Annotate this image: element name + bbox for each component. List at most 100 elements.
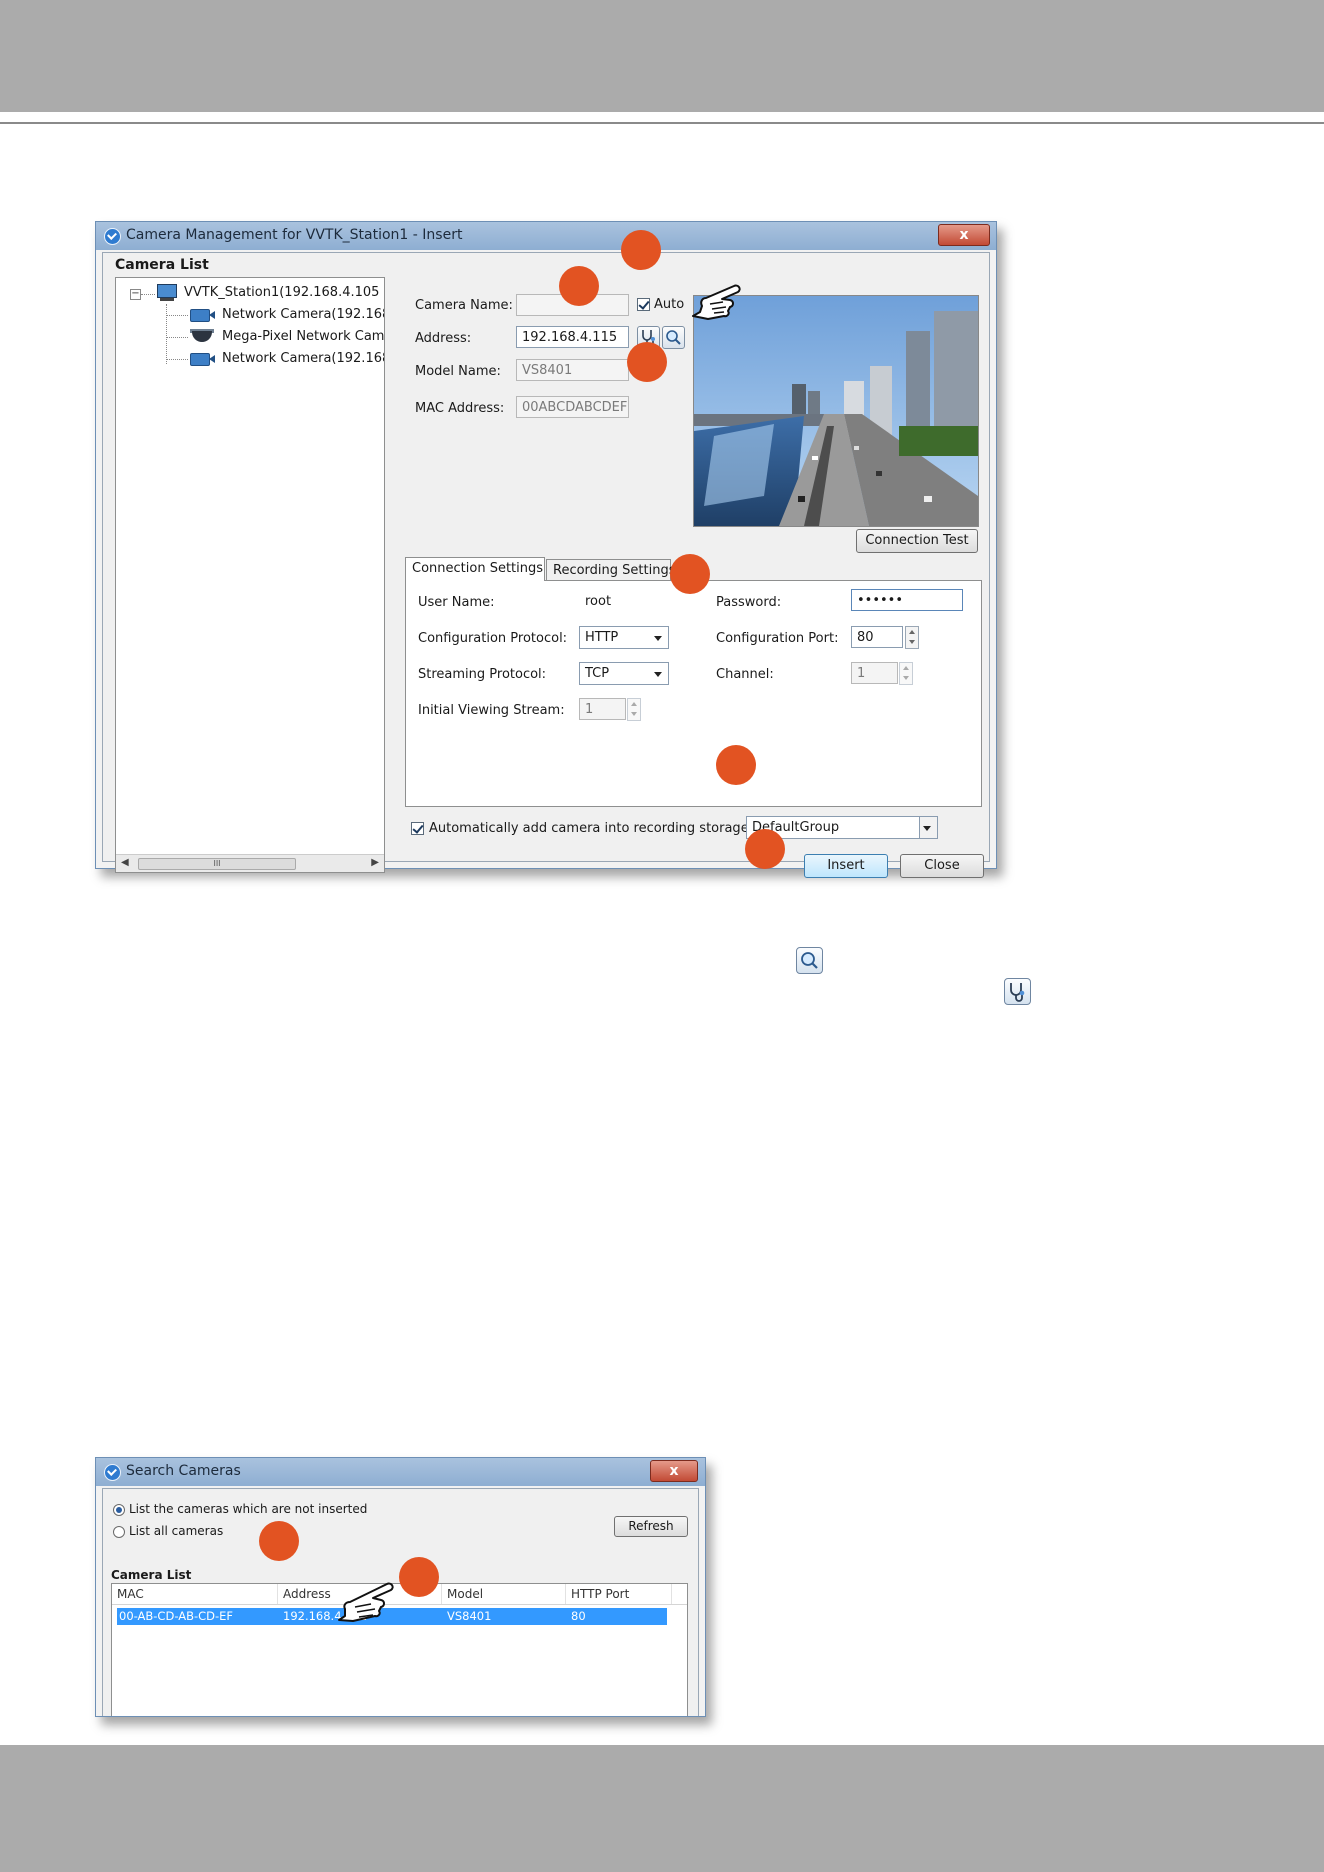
config-port-stepper[interactable]	[905, 626, 919, 649]
box-camera-icon	[190, 352, 216, 366]
row-http-port: 80	[571, 1609, 586, 1623]
computer-icon	[156, 283, 178, 302]
city-highway-preview	[694, 296, 978, 526]
column-mac[interactable]: MAC	[112, 1584, 278, 1604]
auto-label: Auto	[654, 297, 685, 312]
user-name-label: User Name:	[418, 595, 495, 610]
tree-root-label: VVTK_Station1(192.168.4.105	[184, 285, 380, 300]
camera-tree[interactable]: − VVTK_Station1(192.168.4.105 Network Ca…	[115, 277, 385, 873]
tree-node-camera[interactable]: Network Camera(192.168	[190, 305, 385, 325]
tree-connector	[141, 294, 155, 295]
user-name-field[interactable]: root	[579, 590, 674, 612]
tree-root-node[interactable]: VVTK_Station1(192.168.4.105	[156, 283, 379, 303]
search-camera-list-header: Camera List	[111, 1568, 192, 1582]
radio-not-inserted[interactable]	[113, 1504, 125, 1516]
initial-stream-label: Initial Viewing Stream:	[418, 703, 565, 718]
row-mac: 00-AB-CD-AB-CD-EF	[119, 1609, 234, 1623]
channel-stepper	[899, 662, 913, 685]
radio-all-cameras-label: List all cameras	[129, 1524, 224, 1538]
camera-name-label: Camera Name:	[415, 298, 513, 313]
box-camera-icon	[190, 308, 216, 322]
insert-button[interactable]: Insert	[804, 854, 888, 878]
pointing-hand-icon	[338, 1582, 394, 1622]
config-port-label: Configuration Port:	[716, 631, 839, 646]
callout-marker	[259, 1521, 299, 1561]
callout-marker	[621, 230, 661, 270]
dialog-client-area: Camera List − VVTK_Station1(192.168.4.10…	[102, 252, 990, 878]
mac-address-label: MAC Address:	[415, 401, 505, 416]
radio-all-cameras[interactable]	[113, 1526, 125, 1538]
row-model: VS8401	[447, 1609, 492, 1623]
tree-node-camera[interactable]: Network Camera(192.168	[190, 349, 385, 369]
chevron-down-icon	[654, 636, 662, 641]
search-icon	[666, 330, 681, 345]
callout-marker	[670, 554, 710, 594]
callout-marker	[399, 1557, 439, 1597]
auto-add-label: Automatically add camera into recording …	[429, 821, 749, 836]
search-window-title: Search Cameras	[126, 1463, 241, 1479]
password-field[interactable]: ••••••	[851, 589, 963, 611]
callout-marker	[716, 745, 756, 785]
search-icon	[796, 947, 823, 974]
config-port-field[interactable]: 80	[851, 626, 903, 648]
title-bar: Search Cameras x	[96, 1458, 705, 1486]
dome-camera-icon	[190, 329, 216, 344]
title-bar: Camera Management for VVTK_Station1 - In…	[96, 222, 996, 250]
channel-field: 1	[851, 662, 898, 684]
streaming-protocol-label: Streaming Protocol:	[418, 667, 547, 682]
scroll-thumb[interactable]: III	[138, 858, 296, 870]
connection-settings-page: User Name: root Password: •••••• Configu…	[405, 580, 982, 807]
channel-label: Channel:	[716, 667, 774, 682]
column-model[interactable]: Model	[442, 1584, 566, 1604]
callout-marker	[559, 266, 599, 306]
column-http-port[interactable]: HTTP Port	[566, 1584, 672, 1604]
tree-node-label: Network Camera(192.168	[222, 307, 385, 322]
tree-connector	[166, 337, 188, 338]
tree-node-camera[interactable]: Mega-Pixel Network Came	[190, 327, 384, 347]
tree-node-label: Network Camera(192.168	[222, 351, 385, 366]
mac-address-field: 00ABCDABCDEF	[516, 396, 629, 418]
refresh-button[interactable]: Refresh	[614, 1516, 688, 1537]
radio-not-inserted-label: List the cameras which are not inserted	[129, 1502, 368, 1516]
config-protocol-select[interactable]: HTTP	[579, 626, 669, 649]
search-results-list[interactable]: MAC Address Model HTTP Port 00-AB-CD-AB-…	[111, 1583, 688, 1716]
auto-add-checkbox[interactable]	[411, 822, 424, 835]
app-logo-icon	[104, 228, 121, 245]
stethoscope-icon	[1004, 978, 1031, 1005]
streaming-protocol-select[interactable]: TCP	[579, 662, 669, 685]
top-header-band	[0, 0, 1324, 112]
scroll-left-arrow-icon[interactable]: ◀	[121, 857, 129, 868]
app-logo-icon	[104, 1464, 121, 1481]
scroll-right-arrow-icon[interactable]: ▶	[371, 857, 379, 868]
address-field[interactable]: 192.168.4.115	[516, 326, 629, 348]
chevron-down-icon	[654, 672, 662, 677]
auto-checkbox[interactable]	[637, 298, 650, 311]
window-close-button[interactable]: x	[938, 224, 990, 246]
search-client-area: List the cameras which are not inserted …	[102, 1488, 699, 1716]
camera-list-header: Camera List	[115, 257, 209, 273]
password-label: Password:	[716, 595, 782, 610]
streaming-protocol-value: TCP	[585, 666, 610, 681]
callout-marker	[745, 829, 785, 869]
header-divider	[0, 122, 1324, 124]
chevron-down-icon	[923, 826, 931, 831]
bottom-footer-band	[0, 1745, 1324, 1872]
close-button[interactable]: Close	[900, 854, 984, 878]
tree-collapse-icon[interactable]: −	[130, 289, 141, 300]
config-protocol-label: Configuration Protocol:	[418, 631, 568, 646]
camera-list-panel: Camera List − VVTK_Station1(192.168.4.10…	[109, 253, 393, 881]
search-close-button[interactable]: x	[650, 1460, 698, 1482]
connection-test-button[interactable]: Connection Test	[856, 529, 978, 553]
model-name-field: VS8401	[516, 359, 629, 381]
tab-connection-settings[interactable]: Connection Settings	[405, 557, 545, 581]
camera-management-window: Camera Management for VVTK_Station1 - In…	[95, 221, 997, 878]
tree-connector	[166, 315, 188, 316]
pointing-hand-icon	[692, 284, 741, 320]
tree-horizontal-scrollbar[interactable]: ◀ III ▶	[116, 854, 384, 872]
search-button[interactable]	[662, 326, 685, 349]
list-header: MAC Address Model HTTP Port	[112, 1584, 687, 1605]
callout-marker	[627, 342, 667, 382]
tab-recording-settings[interactable]: Recording Settings	[546, 559, 675, 581]
camera-preview-image	[693, 295, 979, 527]
initial-stream-stepper	[627, 698, 641, 721]
